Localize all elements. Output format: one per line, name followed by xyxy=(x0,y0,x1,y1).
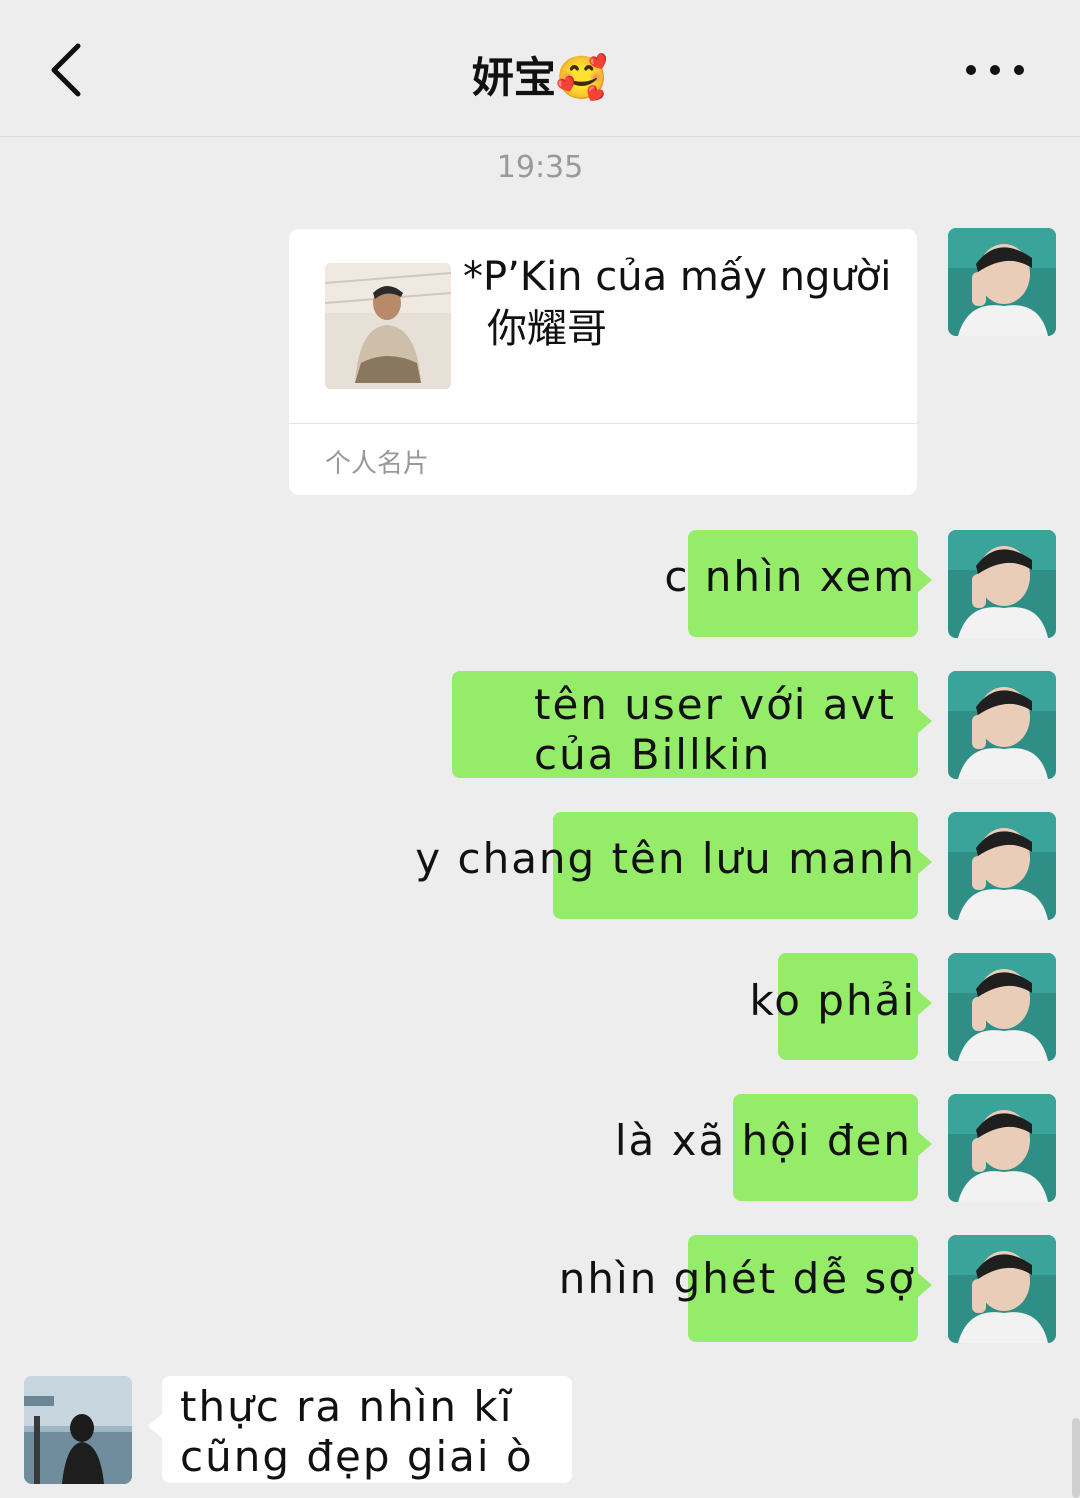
contact-card-name-line2: 你耀哥 xyxy=(487,306,607,352)
message-text: c nhìn xem xyxy=(664,552,916,601)
friend-message-line2: cũng đẹp giai ò xyxy=(180,1432,534,1481)
contact-card-name: *P’Kin của mấy người 你耀哥 xyxy=(463,251,943,355)
scrollbar[interactable] xyxy=(1072,1418,1080,1498)
message-text: y chang tên lưu manh xyxy=(415,834,916,883)
message-text: tên user với avt của Billkin xyxy=(534,680,896,780)
message-text: ko phải xyxy=(749,976,916,1025)
card-divider xyxy=(289,423,917,424)
message-text: nhìn ghét dễ sợ xyxy=(558,1254,916,1303)
chat-title: 妍宝🥰 xyxy=(0,44,1080,105)
friend-avatar[interactable] xyxy=(24,1376,132,1484)
message-text-line1: tên user với avt xyxy=(534,680,896,729)
chat-header: 妍宝🥰 xyxy=(0,0,1080,137)
contact-card-name-line1: *P’Kin của mấy người xyxy=(463,254,892,300)
message-timestamp: 19:35 xyxy=(496,150,584,185)
my-avatar[interactable] xyxy=(948,1094,1056,1202)
friend-message-line1: thực ra nhìn kĩ xyxy=(180,1382,514,1431)
friend-message-bubble[interactable]: thực ra nhìn kĩ cũng đẹp giai ò xyxy=(148,1376,572,1483)
my-avatar[interactable] xyxy=(948,530,1056,638)
smiling-hearts-emoji: 🥰 xyxy=(555,53,609,102)
message-text-line2: của Billkin xyxy=(534,730,772,779)
ellipsis-icon xyxy=(966,65,1024,75)
my-avatar[interactable] xyxy=(948,671,1056,779)
more-button[interactable] xyxy=(960,50,1030,90)
my-avatar[interactable] xyxy=(948,812,1056,920)
message-text: là xã hội đen xyxy=(614,1116,912,1165)
my-avatar[interactable] xyxy=(948,1235,1056,1343)
contact-card[interactable]: *P’Kin của mấy người 你耀哥 个人名片 xyxy=(289,229,917,495)
contact-name: 妍宝 xyxy=(471,53,556,102)
my-avatar[interactable] xyxy=(948,953,1056,1061)
contact-card-photo xyxy=(325,263,451,389)
friend-message-text: thực ra nhìn kĩ cũng đẹp giai ò xyxy=(180,1382,540,1482)
contact-card-label: 个人名片 xyxy=(325,449,430,479)
my-avatar[interactable] xyxy=(948,228,1056,336)
